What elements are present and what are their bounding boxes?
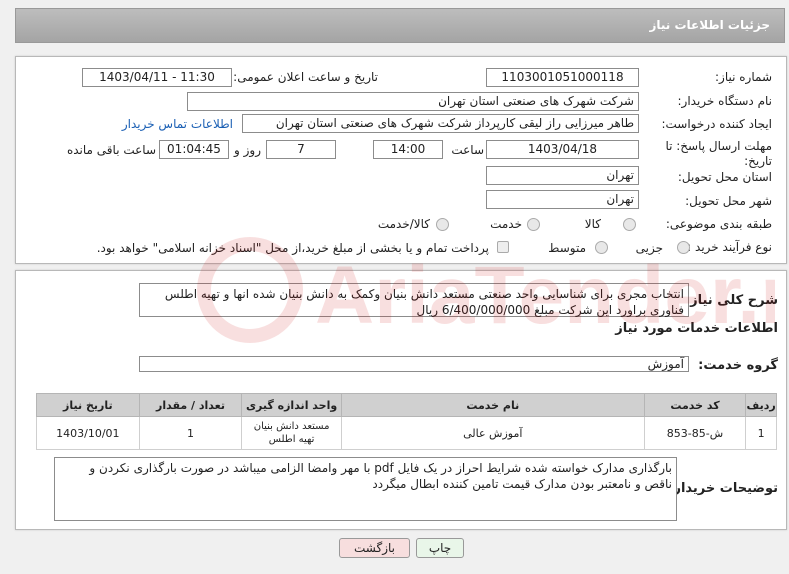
buyer-notes-label: توضیحات خریدار: — [668, 481, 778, 496]
cell-service-name: آموزش عالی — [340, 416, 645, 450]
back-button[interactable]: بازگشت — [339, 538, 410, 558]
need-number-field: 1103001051000118 — [486, 68, 639, 87]
creator-field: طاهر میرزایی راز لیقی کارپرداز شرکت شهرک… — [242, 114, 639, 133]
process-minor-radio[interactable] — [677, 241, 690, 254]
col-need-date: تاریخ نیاز — [36, 393, 140, 417]
service-group-field: آموزش — [139, 356, 689, 372]
category-service-radio[interactable] — [527, 218, 540, 231]
cell-quantity: 1 — [138, 416, 243, 450]
creator-label: ایجاد کننده درخواست: — [661, 117, 772, 131]
days-label: روز و — [234, 143, 261, 157]
buyer-notes-text: بارگذاری مدارک خواسته شده شرایط احراز در… — [54, 457, 677, 521]
process-medium-radio[interactable] — [595, 241, 608, 254]
cell-need-date: 1403/10/01 — [36, 416, 140, 450]
col-service-code: کد خدمت — [643, 393, 747, 417]
announce-field: 1403/04/11 - 11:30 — [82, 68, 232, 87]
process-label: نوع فرآیند خرید : — [687, 240, 772, 254]
remaining-label: ساعت باقی مانده — [66, 143, 156, 157]
print-button[interactable]: چاپ — [416, 538, 464, 558]
remaining-time-field: 01:04:45 — [159, 140, 229, 159]
summary-label: شرح کلی نیاز: — [684, 293, 778, 308]
buyer-field: شرکت شهرک های صنعتی استان تهران — [187, 92, 639, 111]
services-panel: شرح کلی نیاز: انتخاب مجری برای شناسایی و… — [15, 270, 787, 530]
service-group-label: گروه خدمت: — [698, 358, 778, 373]
services-table: ردیف کد خدمت نام خدمت واحد اندازه گیری ت… — [36, 393, 777, 450]
city-field: تهران — [486, 190, 639, 209]
category-goods-service-label: کالا/خدمت — [377, 217, 430, 231]
category-label: طبقه بندی موضوعی: — [665, 217, 772, 231]
need-info-panel: شماره نیاز: 1103001051000118 تاریخ و ساع… — [15, 56, 787, 264]
col-unit: واحد اندازه گیری — [241, 393, 342, 417]
deadline-date-field: 1403/04/18 — [486, 140, 639, 159]
deadline-time-label: ساعت — [451, 143, 484, 157]
page-header: جزئیات اطلاعات نیاز — [15, 8, 785, 43]
city-label: شهر محل تحویل: — [685, 194, 772, 208]
category-service-label: خدمت — [490, 217, 522, 231]
col-row-number: ردیف — [745, 393, 777, 417]
category-goods-radio[interactable] — [623, 218, 636, 231]
payment-note: پرداخت تمام و یا بخشی از مبلغ خرید،از مح… — [96, 241, 489, 255]
category-goods-label: کالا — [584, 217, 601, 231]
services-section-title: اطلاعات خدمات مورد نیاز — [615, 321, 778, 336]
process-minor-label: جزیی — [635, 241, 663, 255]
col-service-name: نام خدمت — [340, 393, 645, 417]
need-number-label: شماره نیاز: — [715, 70, 772, 84]
deadline-label: مهلت ارسال پاسخ: تا تاریخ: — [665, 139, 772, 168]
days-field: 7 — [266, 140, 336, 159]
cell-service-code: ش-85-853 — [643, 416, 747, 450]
table-row[interactable]: 1 ش-85-853 آموزش عالی مستعد دانش بنیان ت… — [36, 416, 777, 450]
category-goods-service-radio[interactable] — [436, 218, 449, 231]
announce-label: تاریخ و ساعت اعلان عمومی: — [233, 70, 378, 84]
cell-row-number: 1 — [745, 416, 777, 450]
process-medium-label: متوسط — [548, 241, 586, 255]
treasury-payment-checkbox[interactable] — [497, 241, 509, 253]
deadline-time-field: 14:00 — [373, 140, 443, 159]
cell-unit: مستعد دانش بنیان تهیه اطلس — [241, 416, 342, 450]
buyer-contact-link[interactable]: اطلاعات تماس خریدار — [122, 117, 233, 131]
province-field: تهران — [486, 166, 639, 185]
table-header-row: ردیف کد خدمت نام خدمت واحد اندازه گیری ت… — [36, 393, 777, 417]
col-quantity: تعداد / مقدار — [138, 393, 243, 417]
page-title: جزئیات اطلاعات نیاز — [649, 18, 770, 32]
summary-text: انتخاب مجری برای شناسایی واحد صنعتی مستع… — [139, 283, 689, 317]
province-label: استان محل تحویل: — [677, 170, 772, 184]
buyer-label: نام دستگاه خریدار: — [677, 94, 773, 108]
